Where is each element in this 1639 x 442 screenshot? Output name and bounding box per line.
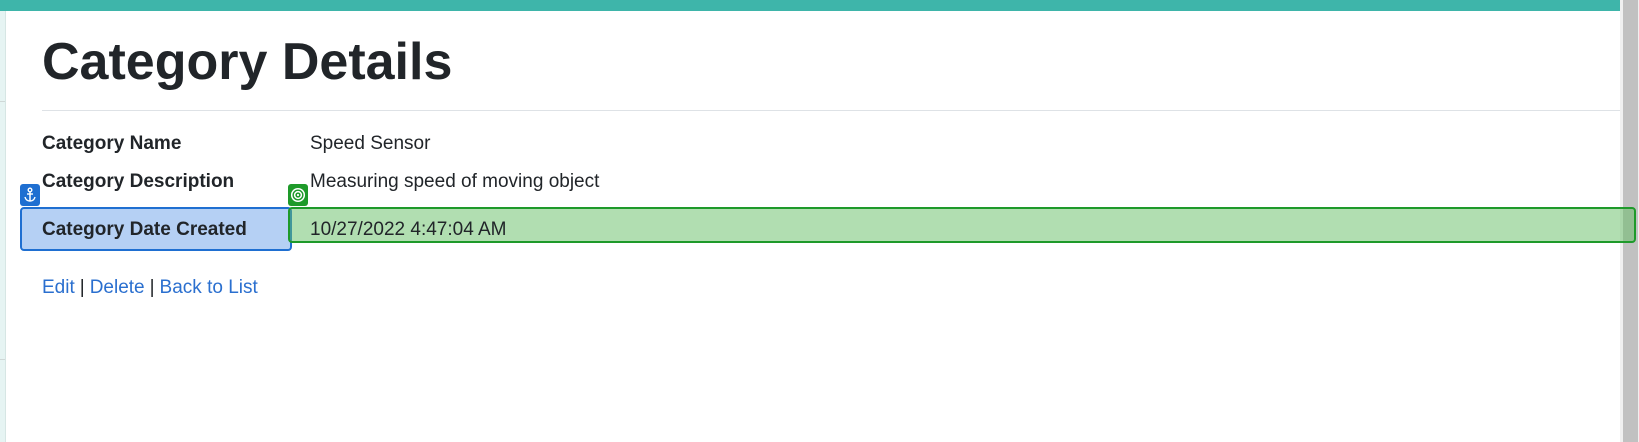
left-panel-edge <box>0 11 6 442</box>
detail-label-description: Category Description <box>42 171 235 192</box>
action-links: Edit | Delete | Back to List <box>42 275 258 301</box>
detail-value-description: Measuring speed of moving object <box>310 171 600 192</box>
detail-label-date-created: Category Date Created <box>42 219 247 240</box>
title-divider <box>42 110 1620 111</box>
edit-link[interactable]: Edit <box>42 277 75 298</box>
page-title: Category Details <box>42 33 453 91</box>
anchor-icon <box>20 184 40 206</box>
page: Category Details Category Name Speed Sen… <box>0 0 1639 442</box>
detail-value-date-created: 10/27/2022 4:47:04 AM <box>310 219 507 240</box>
link-separator: | <box>149 277 155 298</box>
top-accent-bar <box>0 0 1620 11</box>
detail-value-name: Speed Sensor <box>310 133 431 154</box>
target-icon <box>288 184 308 206</box>
link-separator: | <box>79 277 85 298</box>
delete-link[interactable]: Delete <box>90 277 145 298</box>
detail-label-name: Category Name <box>42 133 182 154</box>
back-to-list-link[interactable]: Back to List <box>160 277 258 298</box>
